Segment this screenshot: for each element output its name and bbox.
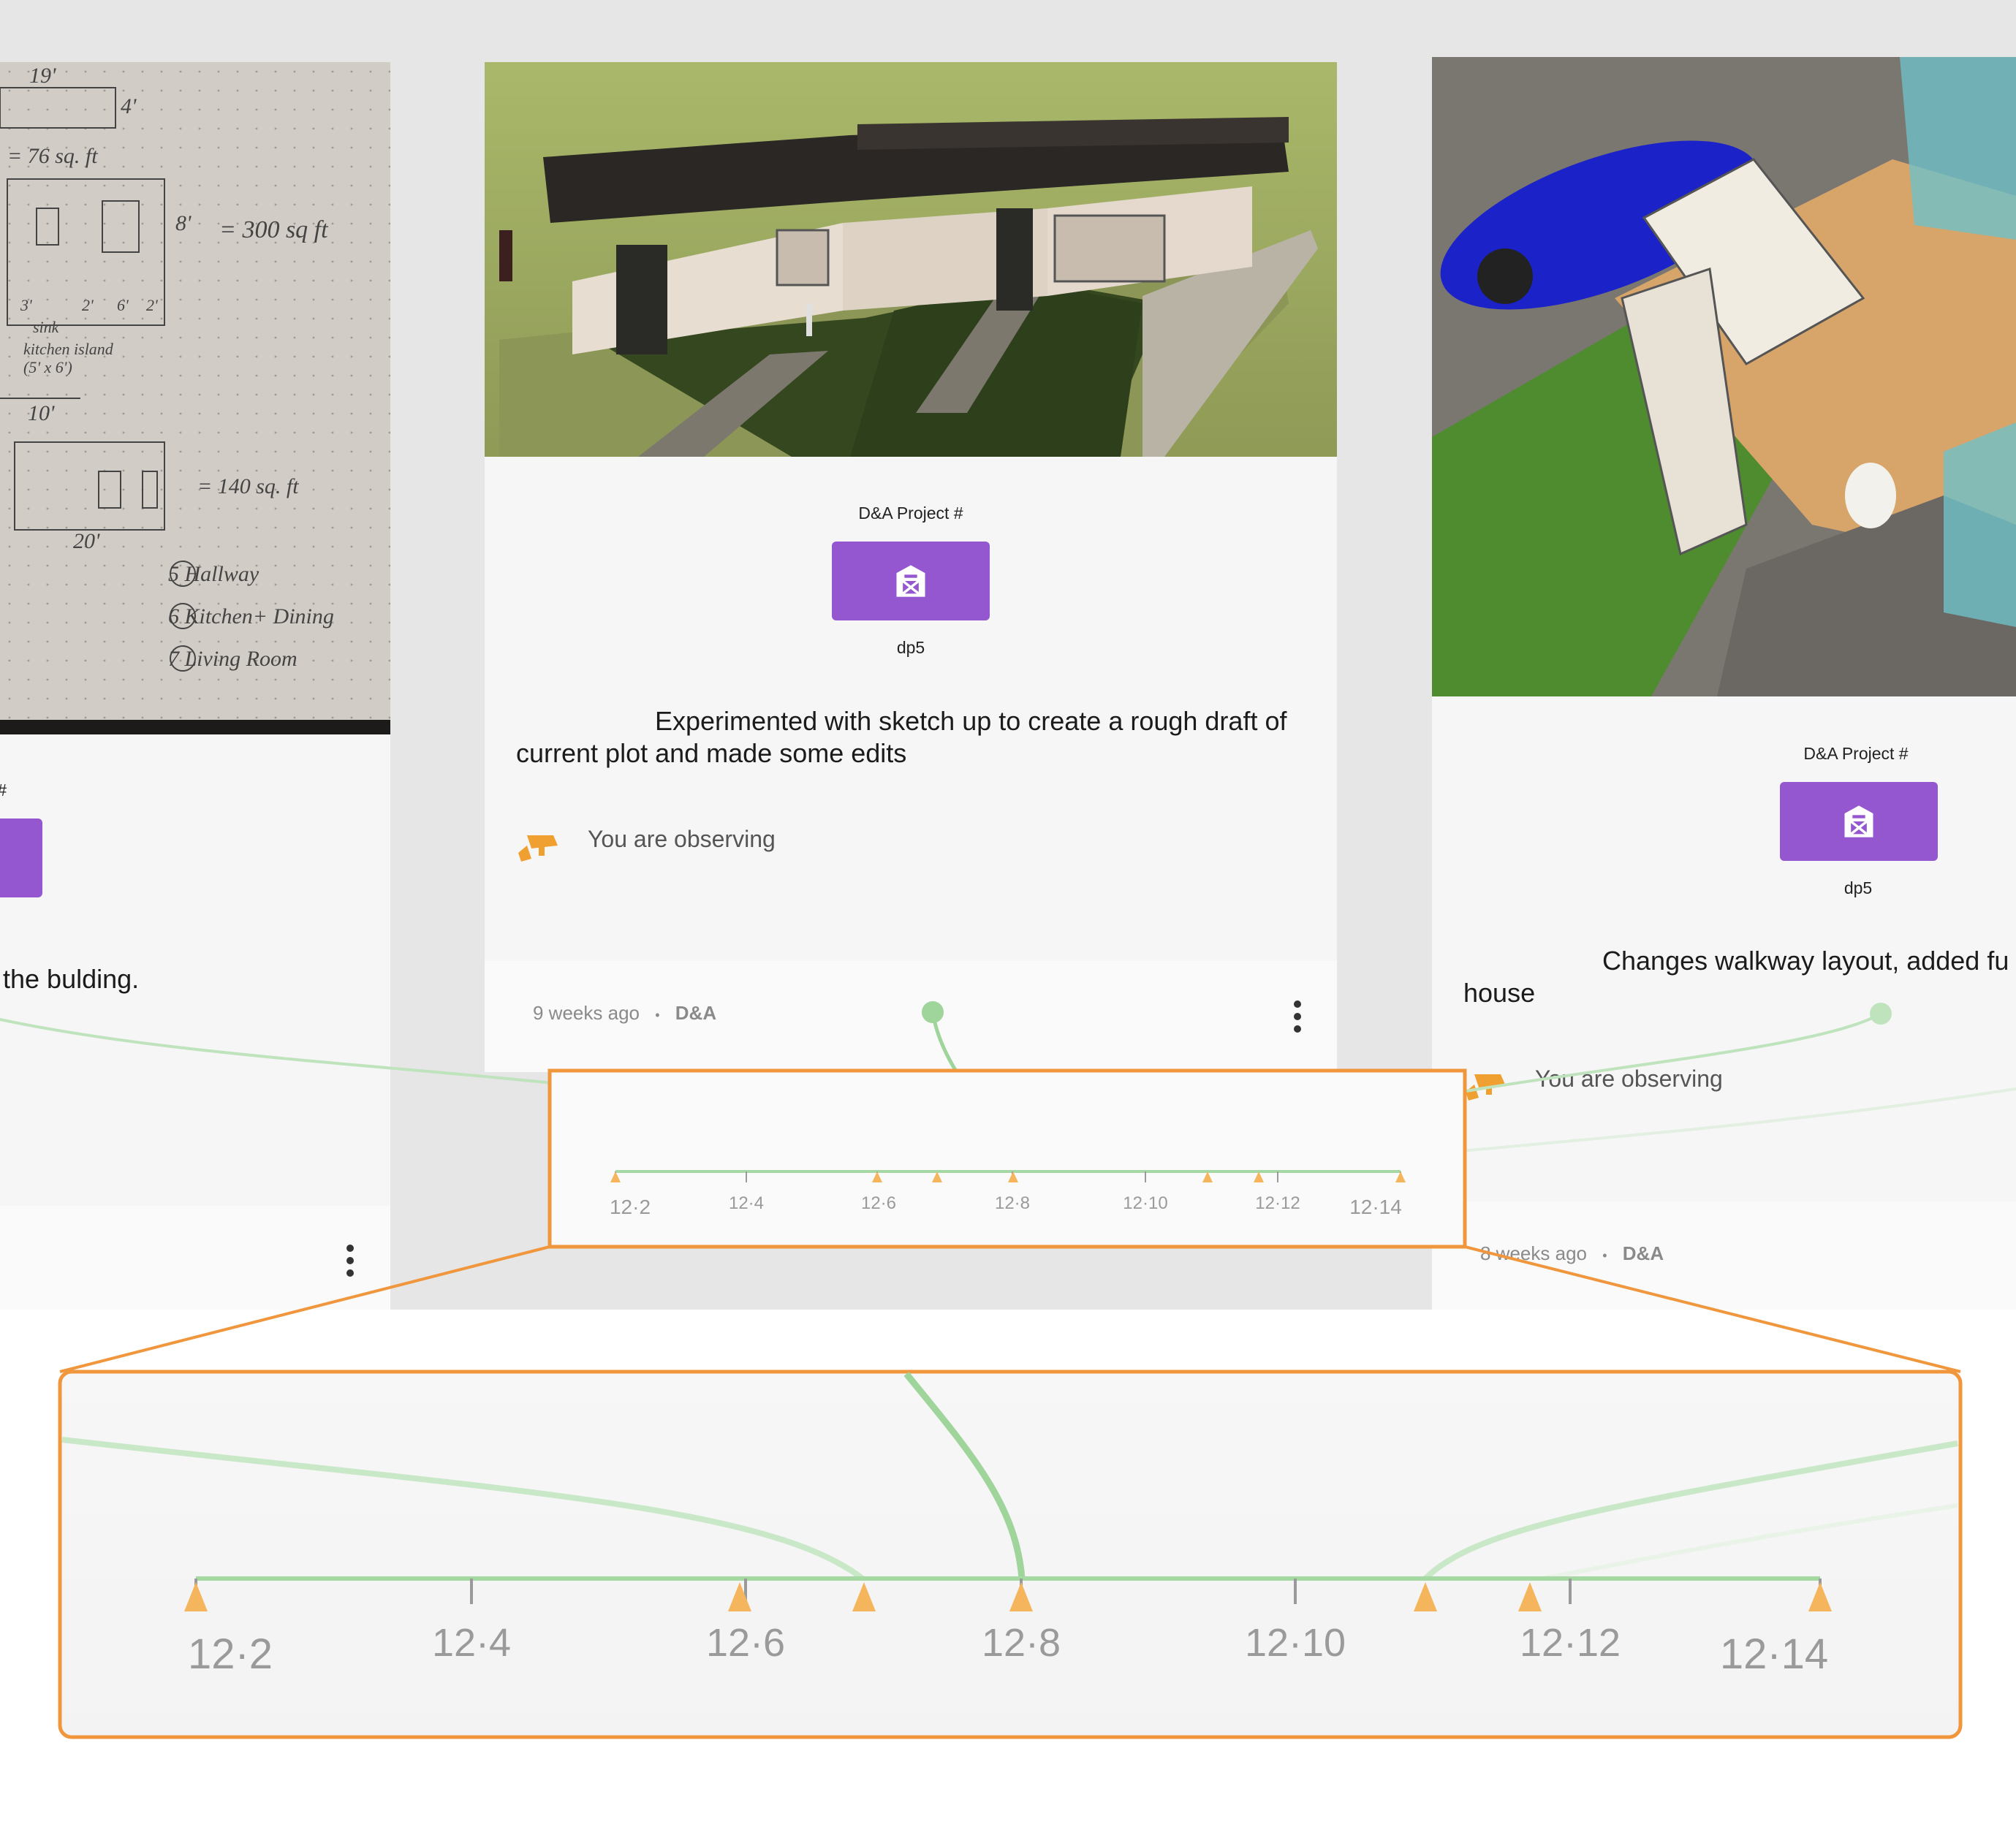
tick-label: 12·14: [1720, 1630, 1828, 1678]
timeline-node[interactable]: [922, 1001, 944, 1023]
tick-label: 12·8: [982, 1621, 1061, 1665]
tick-label: 12·14: [1349, 1196, 1402, 1218]
tick-label: 12·4: [432, 1621, 511, 1665]
tick-label: 12·8: [995, 1193, 1030, 1213]
timeline-node[interactable]: [1870, 1003, 1892, 1025]
tick-label: 12·10: [1245, 1621, 1346, 1665]
timeline-overlay: 12·2 12·4 12·6 12·8 12·10 12·12 12·14 12…: [0, 1001, 2016, 1739]
tick-label: 12·6: [861, 1193, 896, 1213]
tick-label: 12·12: [1255, 1193, 1300, 1213]
tick-label: 12·6: [706, 1621, 785, 1665]
timeline-highlight-box: [547, 1068, 1467, 1249]
tick-label: 12·10: [1123, 1193, 1167, 1213]
tick-label: 12·12: [1520, 1621, 1621, 1665]
tick-label: 12·2: [610, 1196, 651, 1218]
tick-label: 12·2: [188, 1630, 273, 1678]
tick-label: 12·4: [729, 1193, 764, 1213]
